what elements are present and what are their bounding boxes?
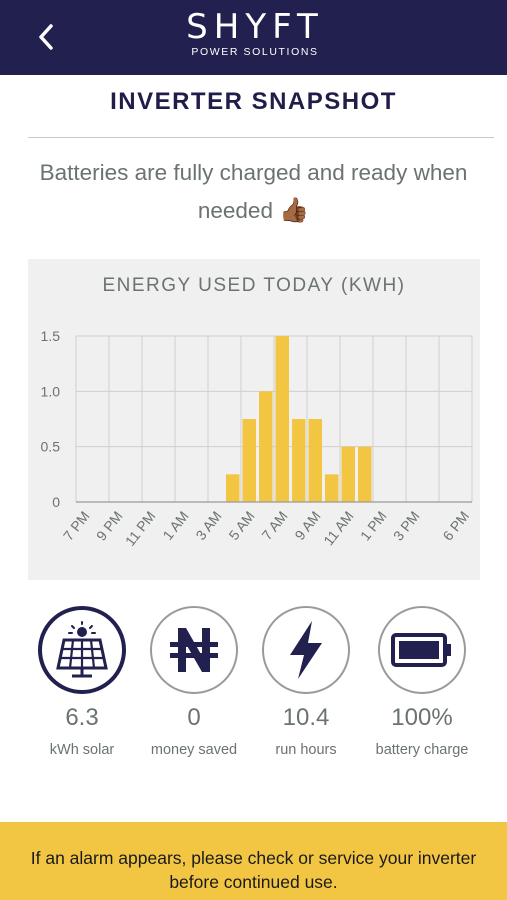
x-tick-label: 11 PM [122, 508, 159, 549]
back-button[interactable] [30, 20, 60, 54]
x-tick-label: 6 PM [439, 508, 472, 544]
bar [242, 419, 256, 502]
logo-tagline: POWER SOLUTIONS [191, 46, 319, 58]
y-tick-label: 1.5 [41, 328, 61, 344]
lightning-icon-circle[interactable] [262, 606, 350, 694]
page-title: INVERTER SNAPSHOT [110, 88, 397, 115]
energy-bar-chart: 0 0.5 1.0 1.5 7 PM 9 PM11 PM 1 AM 3 AM 5 AM 7 AM 9… [41, 328, 473, 549]
thumbs-up-icon: 👍🏾 [279, 197, 310, 224]
bar [275, 336, 289, 502]
stat-battery[interactable]: 100% battery charge [366, 606, 478, 766]
alarm-banner: If an alarm appears, please check or ser… [0, 822, 507, 900]
energy-chart-card: ENERGY USED TODAY (KWH) 0 0.5 1.0 1.5 7 PM 9 … [28, 259, 480, 580]
naira-icon-circle[interactable] [150, 606, 238, 694]
bar [308, 419, 322, 502]
status-message: Batteries are fully charged and ready wh… [20, 154, 487, 230]
top-bar: SHYFT POWER SOLUTIONS [0, 0, 507, 75]
app-logo: SHYFT POWER SOLUTIONS [170, 8, 340, 68]
bar [325, 474, 339, 502]
x-tick-label: 9 PM [93, 508, 126, 544]
x-tick-label: 9 AM [291, 508, 323, 543]
y-tick-label: 0 [52, 494, 60, 510]
status-text: Batteries are fully charged and ready wh… [39, 160, 468, 223]
bar [292, 419, 306, 502]
x-tick-label: 3 PM [390, 508, 423, 544]
stat-runhours[interactable]: 10.4 run hours [250, 606, 362, 766]
x-tick-label: 7 AM [258, 508, 290, 543]
bar [341, 446, 355, 502]
stat-solar-value: 6.3 [65, 704, 99, 731]
lightning-icon [290, 621, 322, 679]
stat-battery-label: battery charge [375, 742, 469, 758]
bar [358, 446, 372, 502]
x-tick-label: 1 AM [159, 508, 191, 543]
battery-icon-circle[interactable] [378, 606, 466, 694]
stat-solar[interactable]: 6.3 kWh solar [26, 606, 138, 766]
bar [259, 391, 273, 502]
chevron-left-icon [39, 24, 53, 50]
y-tick-label: 1.0 [41, 383, 61, 399]
stat-runhours-value: 10.4 [282, 704, 330, 731]
stat-battery-value: 100% [391, 704, 453, 731]
x-tick-label: 11 AM [320, 508, 356, 548]
logo-wordmark: SHYFT [186, 7, 324, 47]
solar-panel-icon-circle[interactable] [38, 606, 126, 694]
solar-panel-icon [56, 621, 108, 678]
stats-row: 6.3 kWh solar 0 money saved 10.4 run hou… [0, 606, 507, 766]
x-tick-label: 7 PM [60, 508, 93, 544]
stat-money[interactable]: 0 money saved [138, 606, 250, 766]
y-tick-label: 0.5 [41, 439, 61, 455]
x-tick-label: 1 PM [357, 508, 390, 544]
title-divider [28, 137, 494, 138]
stat-runhours-label: run hours [275, 742, 337, 758]
naira-icon [170, 628, 218, 672]
x-tick-label: 3 AM [192, 508, 224, 543]
bar [226, 474, 240, 502]
alarm-text: If an alarm appears, please check or ser… [30, 848, 477, 892]
stat-money-value: 0 [187, 704, 201, 731]
battery-icon [391, 633, 451, 667]
x-tick-label: 5 AM [225, 508, 257, 543]
